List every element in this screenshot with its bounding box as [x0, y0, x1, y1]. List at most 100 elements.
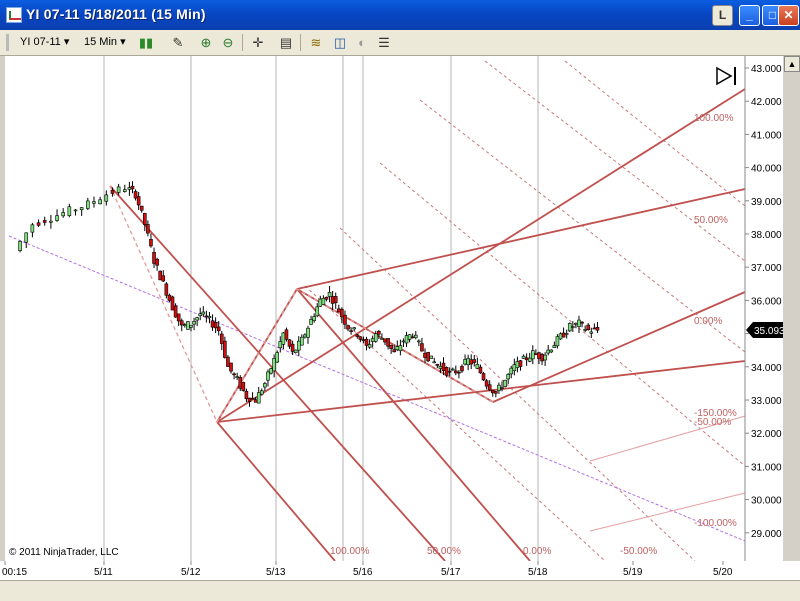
- scroll-up-button[interactable]: ▲: [784, 56, 800, 72]
- time-tick-label: 00:15: [2, 567, 27, 578]
- candle-body: [549, 349, 554, 353]
- candle-body: [527, 357, 532, 362]
- candle-body: [481, 373, 486, 381]
- candle-body: [139, 205, 144, 211]
- time-axis-labels: 00:15 5/11 5/12 5/13 5/16 5/17 5/18 5/19 5/20: [2, 561, 733, 578]
- candle-body: [110, 190, 115, 194]
- candle-body: [586, 324, 591, 331]
- interval-label: 15 Min: [84, 36, 118, 48]
- candle-body: [346, 325, 350, 330]
- zoom-in-icon[interactable]: ⊕: [198, 35, 214, 51]
- candle-body: [164, 283, 169, 296]
- fib-level-labels-bottom: 100.00% 50.00% 0.00% -50.00%: [330, 546, 657, 557]
- candle-body: [92, 201, 96, 204]
- candle-body: [583, 329, 587, 331]
- global-link-icon[interactable]: ◐: [354, 35, 370, 51]
- candle-body: [407, 334, 412, 340]
- instrument-selector[interactable]: YI 07-11 ▾: [20, 34, 69, 51]
- candle-body: [361, 339, 366, 341]
- candle-body: [580, 321, 584, 324]
- candlestick-style-icon[interactable]: ▮▮: [138, 35, 154, 51]
- price-tick-label: 41.000: [751, 130, 782, 141]
- candle-body: [574, 322, 578, 325]
- horizontal-scrollbar[interactable]: [0, 580, 800, 601]
- price-axis: 43.000 42.000 41.000 40.000 39.000 38.000 37.0…: [745, 64, 782, 540]
- chart-panel[interactable]: 43.000 42.000 41.000 40.000 39.000 38.000 37.0…: [5, 56, 785, 562]
- data-box-icon[interactable]: ☰: [376, 35, 392, 51]
- fib-dashed-lines: [304, 60, 746, 562]
- candle-body: [122, 189, 127, 192]
- level-label: 0.00%: [694, 316, 722, 327]
- candle-body: [226, 356, 230, 367]
- candle-body: [229, 362, 233, 372]
- candle-body: [223, 340, 227, 358]
- properties-icon[interactable]: ▤: [278, 35, 294, 51]
- time-tick-label: 5/12: [181, 567, 201, 578]
- chart-scroll-end-icon[interactable]: [716, 66, 736, 86]
- candle-body: [494, 391, 498, 394]
- price-tick-label: 33.000: [751, 396, 782, 407]
- candle-body: [149, 239, 153, 247]
- price-tick-label: 37.000: [751, 263, 782, 274]
- candle-body: [426, 351, 430, 362]
- candle-body: [86, 200, 90, 209]
- link-button[interactable]: L: [712, 5, 733, 26]
- candle-body: [333, 296, 338, 304]
- price-chart[interactable]: 43.000 42.000 41.000 40.000 39.000 38.000 37.0…: [5, 56, 785, 562]
- candle-body: [595, 327, 600, 331]
- candle-body: [349, 330, 353, 332]
- candle-body: [537, 352, 541, 359]
- candle-body: [450, 368, 455, 371]
- candle-body: [152, 252, 156, 264]
- candle-body: [79, 207, 84, 211]
- candle-body: [377, 330, 381, 335]
- level-label: 50.00%: [427, 546, 461, 557]
- candle-body: [312, 316, 316, 321]
- draw-tool-icon[interactable]: ✎: [170, 35, 186, 51]
- candle-body: [266, 371, 270, 381]
- candle-body: [457, 371, 461, 374]
- candle-body: [404, 335, 409, 344]
- indicators-icon[interactable]: ≋: [308, 35, 324, 51]
- candle-body: [173, 305, 178, 318]
- candle-body: [389, 344, 393, 349]
- candle-body: [534, 353, 538, 356]
- candle-body: [133, 191, 138, 199]
- candle-body: [318, 298, 323, 307]
- candle-body: [186, 321, 190, 330]
- price-tick-label: 43.000: [751, 64, 782, 75]
- candle-body: [303, 334, 307, 338]
- minimize-button[interactable]: _: [739, 5, 760, 26]
- candle-body: [116, 186, 121, 193]
- candle-body: [300, 336, 304, 346]
- level-label: -50.00%: [694, 417, 731, 428]
- candle-body: [127, 187, 132, 190]
- candle-body: [293, 349, 298, 353]
- time-tick-label: 5/13: [266, 567, 286, 578]
- interval-selector[interactable]: 15 Min ▾: [84, 34, 126, 51]
- candle-body: [36, 222, 41, 226]
- candle-body: [367, 344, 372, 348]
- strategies-icon[interactable]: ◫: [332, 35, 348, 51]
- candle-body: [564, 333, 569, 335]
- candle-body: [321, 297, 326, 305]
- candle-body: [73, 209, 78, 212]
- candle-body: [555, 336, 560, 347]
- pitchfork-solid-lines: [109, 88, 746, 562]
- level-label: -50.00%: [620, 546, 657, 557]
- crosshair-icon[interactable]: ✛: [250, 35, 266, 51]
- candle-body: [370, 338, 375, 342]
- toolbar-separator: [300, 34, 301, 51]
- candle-body: [290, 343, 295, 352]
- close-button[interactable]: ✕: [778, 5, 799, 26]
- price-tick-label: 39.000: [751, 197, 782, 208]
- candle-body: [195, 317, 199, 321]
- last-price-marker: 35.093: [746, 322, 785, 338]
- zoom-out-icon[interactable]: ⊖: [220, 35, 236, 51]
- candle-body: [18, 240, 22, 251]
- candle-body: [561, 332, 566, 338]
- candle-body: [142, 213, 147, 225]
- candle-body: [98, 199, 102, 205]
- candle-body: [503, 379, 507, 387]
- candle-body: [198, 313, 203, 316]
